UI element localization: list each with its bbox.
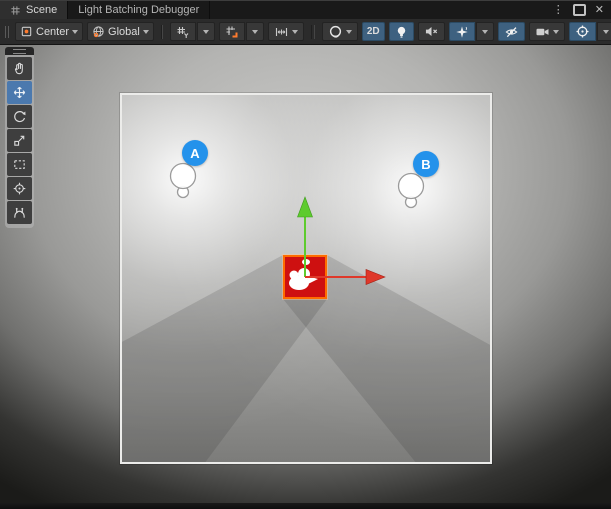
chevron-down-icon [553,30,559,34]
orientation-label: Global [108,26,140,38]
scene-tab-grid-icon [10,5,21,16]
toolbar-drag-handle[interactable] [5,26,9,38]
light-badge-a[interactable]: A [182,140,208,166]
draw-mode-button[interactable] [322,22,358,41]
snap-toggle-button[interactable] [219,22,245,41]
tool-view-hand[interactable] [7,57,32,80]
window-menu-icon[interactable]: ⋮ [553,5,564,16]
chevron-down-icon [603,30,609,34]
titlebar-controls: ⋮ ✕ [553,1,611,19]
titlebar: Scene Light Batching Debugger ⋮ ✕ [0,0,611,19]
duck-sprite-icon [285,257,325,297]
light-bulb-icon [395,25,408,39]
tool-rotate[interactable] [7,105,32,128]
chevron-down-icon [252,30,258,34]
effects-toggle[interactable] [449,22,475,41]
snap-increment-button[interactable] [268,22,304,41]
camera-settings-button[interactable] [529,22,565,41]
tools-overlay [5,47,34,228]
target-crosshair-icon [575,24,590,39]
camera-icon [535,26,550,38]
2d-view-toggle[interactable]: 2D [362,22,385,41]
chevron-down-icon [72,30,78,34]
tools-overlay-handle[interactable] [5,47,34,55]
grid-visibility-button[interactable] [170,22,196,41]
chevron-down-icon [482,30,488,34]
maximize-icon[interactable] [573,4,586,16]
tool-rect[interactable] [7,153,32,176]
hand-icon [12,61,27,76]
chevron-down-icon [143,30,149,34]
light-badge-b-label: B [421,157,430,172]
effects-dropdown[interactable] [476,22,494,41]
move-arrows-icon [12,85,27,100]
tab-scene-label: Scene [26,4,57,16]
scene-viewport[interactable]: A B [0,45,611,509]
2d-label: 2D [367,26,380,37]
tool-transform[interactable] [7,177,32,200]
toolbar-right-group: 2D [308,22,611,41]
eye-slash-icon [504,25,519,39]
effects-sparkle-icon [455,25,469,39]
chevron-down-icon [292,30,298,34]
gizmos-target-button[interactable] [569,22,596,41]
tab-scene[interactable]: Scene [0,1,68,19]
audio-muted-icon [424,25,439,38]
snap-increment-icon [274,25,289,39]
chevron-down-icon [346,30,352,34]
tab-light-batching-debugger[interactable]: Light Batching Debugger [68,1,210,19]
snap-grid-icon [225,25,239,39]
scene-toolbar: Center Global [0,19,611,45]
scene-lighting-toggle[interactable] [389,22,414,41]
tool-scale[interactable] [7,129,32,152]
tool-move[interactable] [7,81,32,104]
grid-axis-icon [176,25,190,39]
light-badge-b[interactable]: B [413,151,439,177]
pivot-center-icon [20,25,33,38]
window-bottom-border [0,503,611,509]
selected-sprite[interactable] [283,255,327,299]
toolbar-separator [161,25,163,39]
chevron-down-icon [203,30,209,34]
transform-icon [12,181,27,196]
snap-settings-dropdown[interactable] [246,22,264,41]
gizmos-dropdown[interactable] [597,22,611,41]
grid-visibility-dropdown[interactable] [197,22,215,41]
pivot-mode-button[interactable]: Center [15,22,83,41]
rect-tool-icon [12,157,27,172]
unity-scene-view-window: Scene Light Batching Debugger ⋮ ✕ Center [0,0,611,509]
light-badge-a-label: A [190,146,199,161]
scene-visibility-toggle[interactable] [498,22,525,41]
shaded-sphere-icon [328,24,343,39]
tool-custom[interactable] [7,201,32,224]
close-icon[interactable]: ✕ [595,5,604,16]
orientation-button[interactable]: Global [87,22,154,41]
rotate-icon [12,109,27,124]
toolbar-separator [311,25,315,39]
pivot-mode-label: Center [36,26,69,38]
custom-tool-icon [12,205,27,220]
audio-toggle[interactable] [418,22,445,41]
scale-icon [12,133,27,148]
tab-lbd-label: Light Batching Debugger [78,4,199,16]
globe-icon [92,25,105,38]
